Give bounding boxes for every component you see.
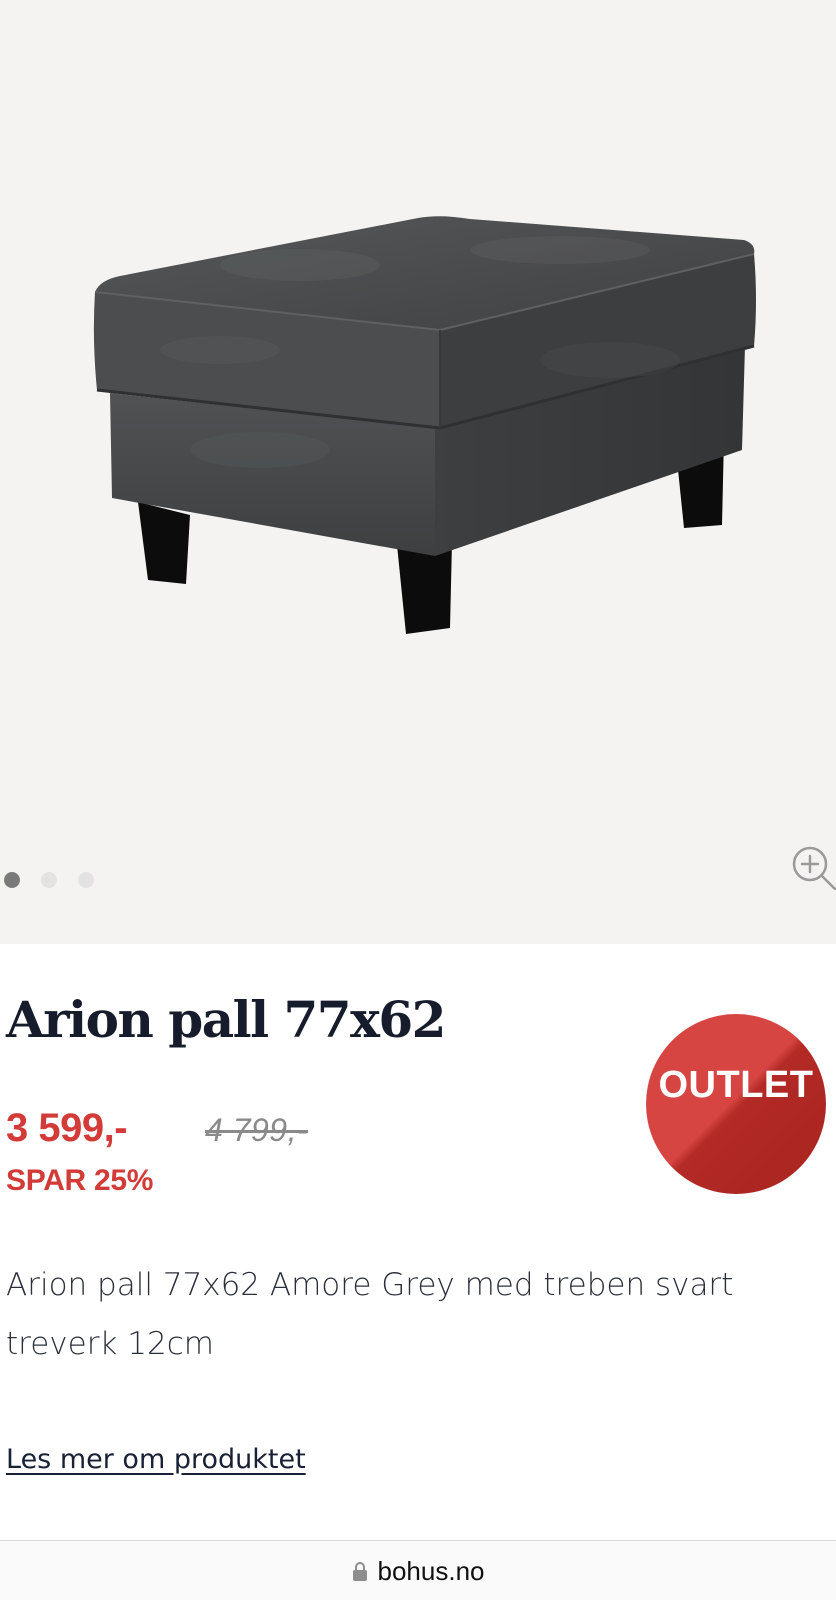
gallery-dot-2[interactable] [41,872,57,888]
product-title: Arion pall 77x62 [6,990,446,1049]
gallery-dot-3[interactable] [78,872,94,888]
product-image [93,216,756,634]
product-gallery[interactable] [0,0,836,944]
browser-url-bar[interactable]: bohus.no [0,1540,836,1600]
zoom-button[interactable] [788,842,836,892]
outlet-badge: OUTLET [646,1014,826,1194]
current-price: 3 599,- [6,1106,128,1150]
read-more-link[interactable]: Les mer om produktet [6,1444,306,1475]
discount-label: SPAR 25% [6,1164,154,1197]
gallery-dot-1[interactable] [4,872,20,888]
outlet-badge-label: OUTLET [658,1063,814,1106]
product-description: Arion pall 77x62 Amore Grey med treben s… [6,1267,734,1362]
product-page: Arion pall 77x62 OUTLET 3 599,- 4 799,- … [0,0,836,1600]
original-price: 4 799,- [205,1112,309,1148]
lock-icon [352,1562,367,1581]
zoom-in-icon [792,846,836,892]
gallery-pagination [4,872,94,888]
url-text: bohus.no [377,1555,485,1586]
